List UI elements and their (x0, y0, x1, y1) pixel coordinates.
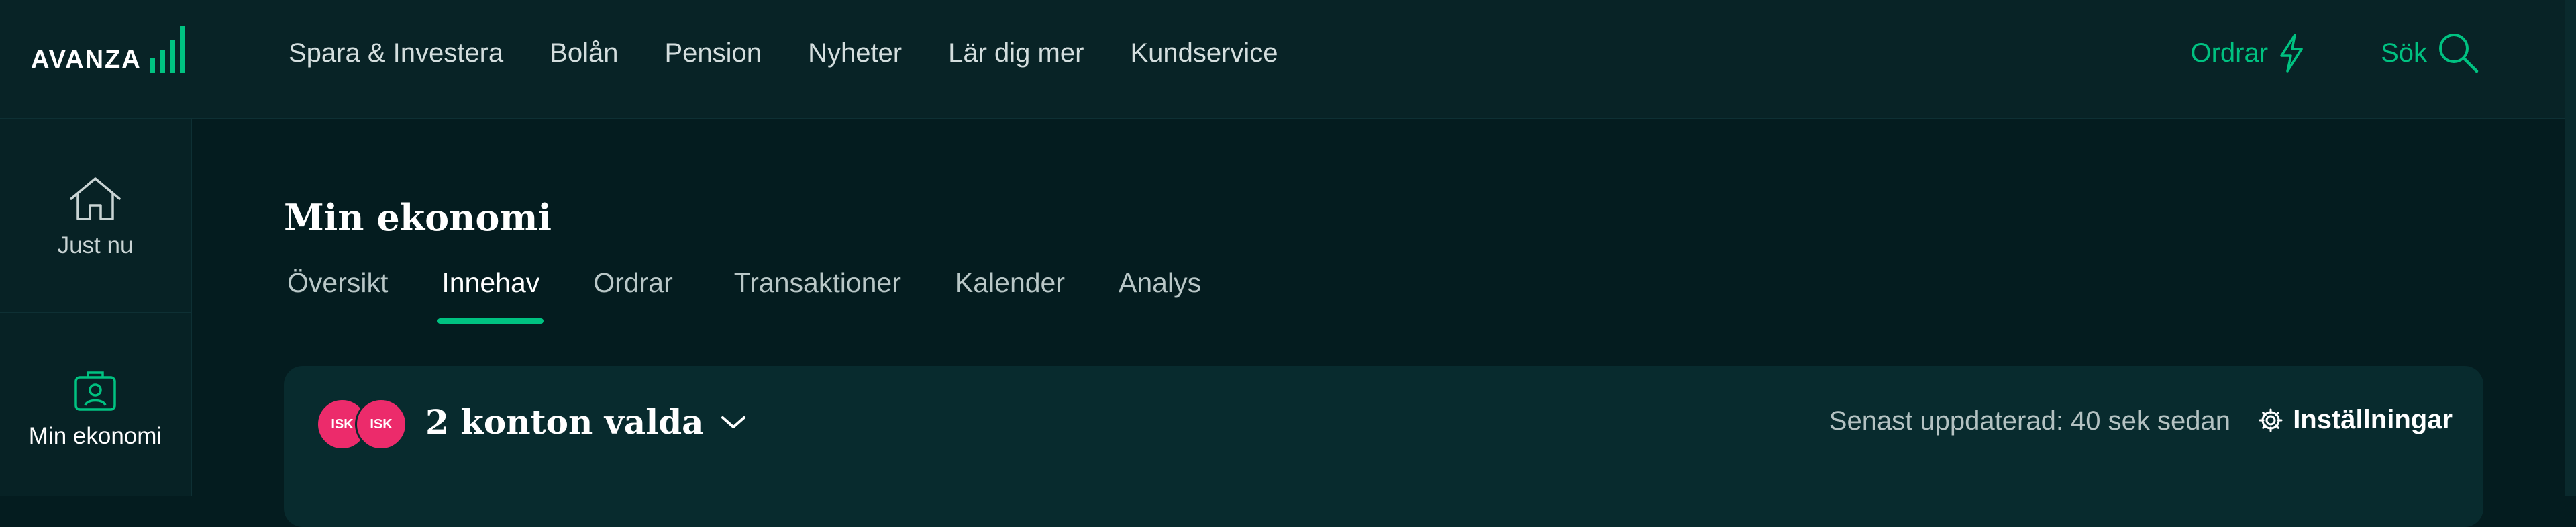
account-badges: ISK ISK (316, 398, 410, 450)
lightning-icon (2280, 34, 2303, 73)
tab-oversikt[interactable]: Översikt (287, 267, 388, 299)
tab-label: Innehav (442, 267, 540, 298)
main-nav: Spara & Investera Bolån Pension Nyheter … (289, 0, 1325, 106)
nav-item-lar-dig-mer[interactable]: Lär dig mer (948, 38, 1084, 68)
logo-text: AVANZA (31, 46, 142, 74)
orders-label: Ordrar (2190, 38, 2269, 68)
account-selector-card: ISK ISK 2 konton valda Senast uppdaterad… (284, 366, 2483, 527)
orders-button[interactable]: Ordrar (2190, 33, 2307, 73)
settings-button[interactable]: Inställningar (2258, 405, 2453, 435)
avanza-logo[interactable]: AVANZA (31, 24, 190, 78)
sidebar: Just nu Min ekonomi (0, 119, 192, 496)
tab-label: Översikt (287, 267, 389, 298)
account-selector-dropdown[interactable]: 2 konton valda (425, 402, 748, 442)
tab-kalender[interactable]: Kalender (955, 267, 1065, 299)
settings-label: Inställningar (2293, 405, 2453, 434)
search-label: Sök (2381, 38, 2427, 68)
top-actions: Ordrar Sök (2116, 0, 2482, 106)
search-icon (2439, 34, 2479, 73)
gear-icon (2259, 408, 2283, 432)
sidebar-item-min-ekonomi[interactable]: Min ekonomi (0, 368, 191, 450)
last-updated-text: Senast uppdaterad: 40 sek sedan (1828, 406, 2230, 436)
accounts-selected-label: 2 konton valda (425, 402, 704, 442)
sidebar-item-just-nu[interactable]: Just nu (0, 175, 191, 259)
briefcase-icon (74, 371, 116, 411)
nav-item-kundservice[interactable]: Kundservice (1130, 38, 1278, 68)
logo-bars-icon (149, 26, 190, 73)
nav-item-spara-investera[interactable]: Spara & Investera (289, 38, 503, 68)
tab-bar: Översikt Innehav Ordrar Transaktioner Ka… (287, 267, 1201, 328)
sidebar-item-label: Just nu (57, 232, 134, 258)
nav-item-bolan[interactable]: Bolån (550, 38, 618, 68)
top-navigation-bar: AVANZA Spara & Investera Bolån Pension N… (0, 0, 2576, 119)
page-scrollbar[interactable] (2565, 0, 2576, 496)
tab-ordrar[interactable]: Ordrar (593, 267, 672, 299)
tab-label: Kalender (954, 267, 1066, 298)
tab-transaktioner[interactable]: Transaktioner (734, 267, 901, 299)
tab-label: Analys (1119, 267, 1202, 298)
active-tab-indicator (437, 318, 544, 324)
chevron-down-icon (721, 416, 745, 428)
nav-item-nyheter[interactable]: Nyheter (808, 38, 902, 68)
isk-badge: ISK (355, 398, 407, 450)
page-title: Min ekonomi (284, 196, 552, 239)
search-button[interactable]: Sök (2381, 30, 2482, 77)
sidebar-item-label: Min ekonomi (28, 423, 162, 449)
tab-label: Transaktioner (733, 267, 901, 298)
nav-item-pension[interactable]: Pension (665, 38, 762, 68)
tab-innehav[interactable]: Innehav (437, 267, 544, 324)
sidebar-divider (0, 312, 191, 313)
home-icon (70, 177, 121, 220)
tab-analys[interactable]: Analys (1119, 267, 1201, 299)
tab-label: Ordrar (593, 267, 673, 298)
